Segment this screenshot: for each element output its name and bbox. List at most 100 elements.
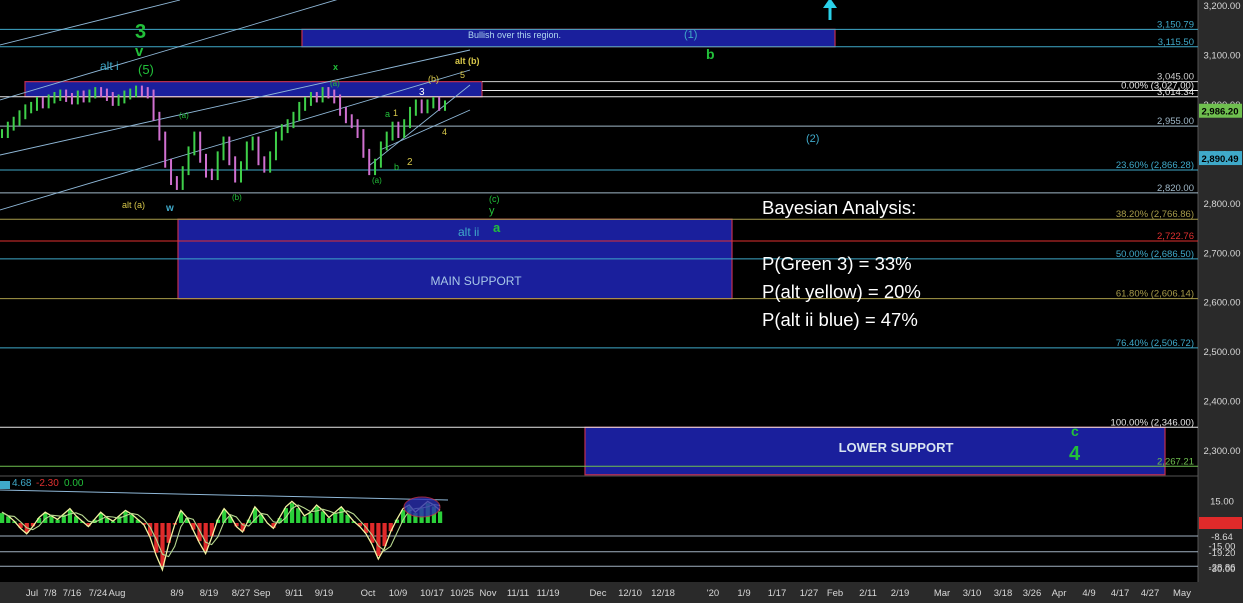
y-tick-8: 2,400.00	[1204, 397, 1241, 408]
probability-alt-yellow: P(alt yellow) = 20%	[762, 281, 921, 302]
wave-label-7: (b)	[232, 193, 242, 202]
wave-label-1: v	[135, 43, 144, 60]
zone-label-main-support: MAIN SUPPORT	[430, 274, 522, 288]
indicator-bar-33	[203, 523, 208, 552]
zone-label-lower-support: LOWER SUPPORT	[839, 440, 954, 455]
level-label-8: 38.20% (2,766.86)	[1116, 209, 1194, 220]
channel-line-0	[0, 0, 181, 46]
x-tick-2: 7/16	[63, 588, 82, 599]
level-label-1: 3,115.50	[1158, 37, 1194, 48]
price-chart: Bullish over this region. MAIN SUPPORT LOW…	[0, 0, 1243, 603]
x-tick-14: 10/25	[450, 588, 474, 599]
x-tick-20: 12/18	[651, 588, 675, 599]
x-tick-11: Oct	[361, 588, 376, 599]
indicator-bar-11	[67, 509, 73, 523]
y-tick-9: 2,300.00	[1204, 446, 1241, 457]
bayesian-title: Bayesian Analysis:	[762, 197, 917, 218]
indicator-bar-71	[438, 511, 443, 523]
level-label-4: 3,014.34	[1157, 87, 1194, 98]
x-tick-19: 12/10	[618, 588, 642, 599]
chart-window: Bullish over this region. MAIN SUPPORT LOW…	[0, 0, 1243, 603]
x-tick-5: 8/9	[170, 588, 183, 599]
x-tick-18: Dec	[590, 588, 607, 599]
wave-label-4: alt (a)	[122, 200, 145, 210]
level-label-11: 61.80% (2,606.14)	[1116, 289, 1194, 300]
wave-label-16: 1	[393, 108, 398, 118]
level-label-7: 2,820.00	[1157, 183, 1194, 194]
indicator-bar-25	[154, 523, 159, 553]
probability-green-3: P(Green 3) = 33%	[762, 253, 912, 274]
y-tick-6: 2,600.00	[1204, 298, 1241, 309]
level-label-0: 3,150.79	[1157, 19, 1194, 30]
zone-0	[301, 28, 836, 48]
wave-label-19: (a)	[372, 176, 382, 185]
indicator-y-tick-3: -19.20	[1209, 548, 1236, 559]
x-tick-10: 9/19	[315, 588, 334, 599]
indicator-trendline	[0, 489, 449, 501]
price-tag-label-1: 2,890.49	[1202, 154, 1239, 165]
wave-label-25: b	[706, 46, 715, 62]
probability-alt-ii-blue: P(alt ii blue) = 47%	[762, 309, 918, 330]
y-tick-0: 3,200.00	[1204, 1, 1241, 12]
indicator-readout-1: -2.30	[36, 478, 59, 489]
y-tick-1: 3,100.00	[1204, 50, 1241, 61]
x-tick-16: 11/11	[507, 588, 529, 599]
x-tick-22: 1/9	[737, 588, 750, 599]
x-tick-32: Apr	[1052, 588, 1067, 599]
indicator-bar-53	[326, 518, 332, 523]
indicator-y-tick-5: -30.00	[1209, 564, 1236, 575]
x-tick-28: Mar	[934, 588, 950, 599]
x-tick-27: 2/19	[891, 588, 910, 599]
x-tick-13: 10/17	[420, 588, 444, 599]
wave-label-18: b	[394, 162, 399, 172]
wave-label-0: 3	[135, 21, 146, 43]
indicator-swatch	[0, 481, 10, 489]
x-tick-29: 3/10	[963, 588, 982, 599]
indicator-bar-0	[0, 513, 5, 523]
level-label-12: 76.40% (2,506.72)	[1116, 338, 1194, 349]
x-tick-1: 7/8	[43, 588, 56, 599]
indicator-bar-51	[314, 506, 319, 523]
wave-label-3: alt i	[100, 59, 119, 73]
x-tick-15: Nov	[480, 588, 497, 599]
x-tick-8: Sep	[254, 588, 271, 599]
wave-label-5: w	[165, 203, 174, 214]
x-tick-4: Aug	[109, 588, 126, 599]
indicator-bar-54	[333, 513, 338, 523]
x-tick-6: 8/19	[200, 588, 219, 599]
indicator-bar-26	[160, 523, 165, 566]
wave-label-23: a	[493, 220, 501, 235]
level-label-6: 23.60% (2,866.28)	[1116, 160, 1194, 171]
wave-label-2: (5)	[138, 62, 154, 77]
x-tick-0: Jul	[26, 588, 38, 599]
indicator-highlight	[403, 496, 441, 518]
zone-3	[24, 81, 483, 98]
x-tick-36: May	[1173, 588, 1191, 599]
wave-label-12: 5	[460, 70, 465, 80]
wave-label-14: 4	[442, 127, 447, 137]
indicator-bar-55	[339, 508, 344, 523]
x-tick-35: 4/27	[1141, 588, 1160, 599]
indicator-bar-50	[308, 513, 313, 523]
indicator-y-tick-0: 15.00	[1210, 497, 1234, 508]
wave-label-10: (b)	[428, 74, 439, 84]
level-label-14: 2,267.21	[1157, 456, 1194, 467]
x-tick-3: 7/24	[89, 588, 108, 599]
wave-label-27: c	[1071, 423, 1079, 439]
wave-label-20: (c)	[489, 194, 500, 204]
wave-label-15: 2	[407, 157, 413, 168]
wave-label-11: alt (b)	[455, 56, 480, 66]
level-label-13: 100.00% (2,346.00)	[1111, 417, 1194, 428]
y-tick-4: 2,800.00	[1204, 199, 1241, 210]
indicator-readout-2: 0.00	[64, 478, 84, 489]
indicator-tag	[1199, 517, 1242, 529]
indicator-bar-61	[376, 523, 381, 556]
wave-label-17: a	[385, 109, 390, 119]
x-tick-34: 4/17	[1111, 588, 1130, 599]
wave-label-13: 3	[419, 87, 425, 98]
x-tick-31: 3/26	[1023, 588, 1042, 599]
level-label-9: 2,722.76	[1157, 231, 1194, 242]
level-label-5: 2,955.00	[1157, 116, 1194, 127]
zone-label-bullish: Bullish over this region.	[468, 30, 561, 40]
x-tick-23: 1/17	[768, 588, 787, 599]
